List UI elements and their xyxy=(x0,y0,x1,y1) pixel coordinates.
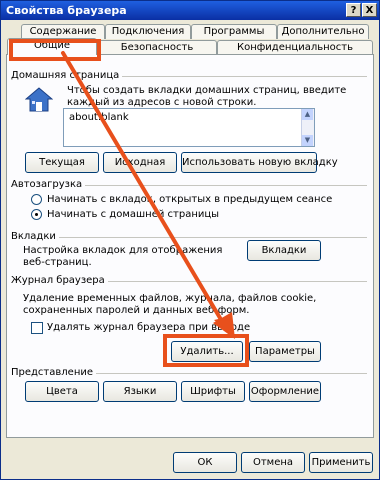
use-current-button[interactable]: Текущая xyxy=(25,152,99,173)
home-urls-scrollbar[interactable]: ▲ ▼ xyxy=(301,109,314,146)
home-page-icon xyxy=(25,87,53,112)
title-bar: Свойства браузера ? X xyxy=(1,1,379,20)
history-section-label: Журнал браузера xyxy=(11,275,108,286)
startup-section-label: Автозагрузка xyxy=(11,179,86,190)
radio-start-previous[interactable] xyxy=(31,194,42,205)
radio-start-home-label: Начинать с домашней страницы xyxy=(47,209,220,220)
radio-start-previous-label: Начинать с вкладок, открытых в предыдуще… xyxy=(47,194,333,205)
delete-history-on-exit-checkbox[interactable] xyxy=(31,322,43,334)
tab-programs[interactable]: Программы xyxy=(191,24,277,39)
highlight-delete-button xyxy=(163,334,249,367)
tabs-settings-button[interactable]: Вкладки xyxy=(247,240,321,261)
history-description-line1: Удаление временных файлов, журнала, файл… xyxy=(23,293,317,304)
tabs-description-line1: Настройка вкладок для отображения xyxy=(23,245,223,256)
tabs-group-divider xyxy=(13,237,367,238)
scroll-down-icon[interactable]: ▼ xyxy=(302,135,313,146)
tab-security[interactable]: Безопасность xyxy=(97,40,217,55)
appearance-design-button[interactable]: Оформление xyxy=(249,381,321,402)
tab-advanced[interactable]: Дополнительно xyxy=(277,24,369,39)
tab-privacy[interactable]: Конфиденциальность xyxy=(217,40,373,55)
history-description-line2: сохраненных паролей и данных веб-форм. xyxy=(23,305,250,316)
radio-start-home[interactable] xyxy=(31,209,42,220)
tabs-description-line2: веб-страниц. xyxy=(23,257,92,268)
delete-history-on-exit-label: Удалять журнал браузера при выходе xyxy=(47,322,251,333)
window-title: Свойства браузера xyxy=(6,4,127,17)
tab-connections[interactable]: Подключения xyxy=(105,24,191,39)
tabs-section-label: Вкладки xyxy=(11,231,59,242)
colors-button[interactable]: Цвета xyxy=(25,381,99,402)
cancel-button[interactable]: Отмена xyxy=(241,452,305,473)
history-settings-button[interactable]: Параметры xyxy=(249,341,321,362)
highlight-general-tab xyxy=(9,39,101,61)
help-button[interactable]: ? xyxy=(346,3,361,17)
scroll-up-icon[interactable]: ▲ xyxy=(302,109,313,120)
home-description-line1: Чтобы создать вкладки домашних страниц, … xyxy=(67,85,347,96)
languages-button[interactable]: Языки xyxy=(103,381,177,402)
close-button[interactable]: X xyxy=(362,3,377,17)
browser-properties-dialog: Свойства браузера ? X Содержание Подключ… xyxy=(0,0,380,480)
use-default-button[interactable]: Исходная xyxy=(103,152,177,173)
home-page-urls-field[interactable]: about:blank ▲ ▼ xyxy=(63,108,315,147)
home-section-label: Домашняя страница xyxy=(11,70,123,81)
use-new-tab-button[interactable]: Использовать новую вкладку xyxy=(181,152,338,173)
tab-content[interactable]: Содержание xyxy=(21,24,105,39)
apply-button[interactable]: Применить xyxy=(309,452,373,473)
fonts-button[interactable]: Шрифты xyxy=(181,381,245,402)
home-url-value: about:blank xyxy=(69,112,129,123)
ok-button[interactable]: ОК xyxy=(173,452,237,473)
appearance-section-label: Представление xyxy=(11,367,97,378)
